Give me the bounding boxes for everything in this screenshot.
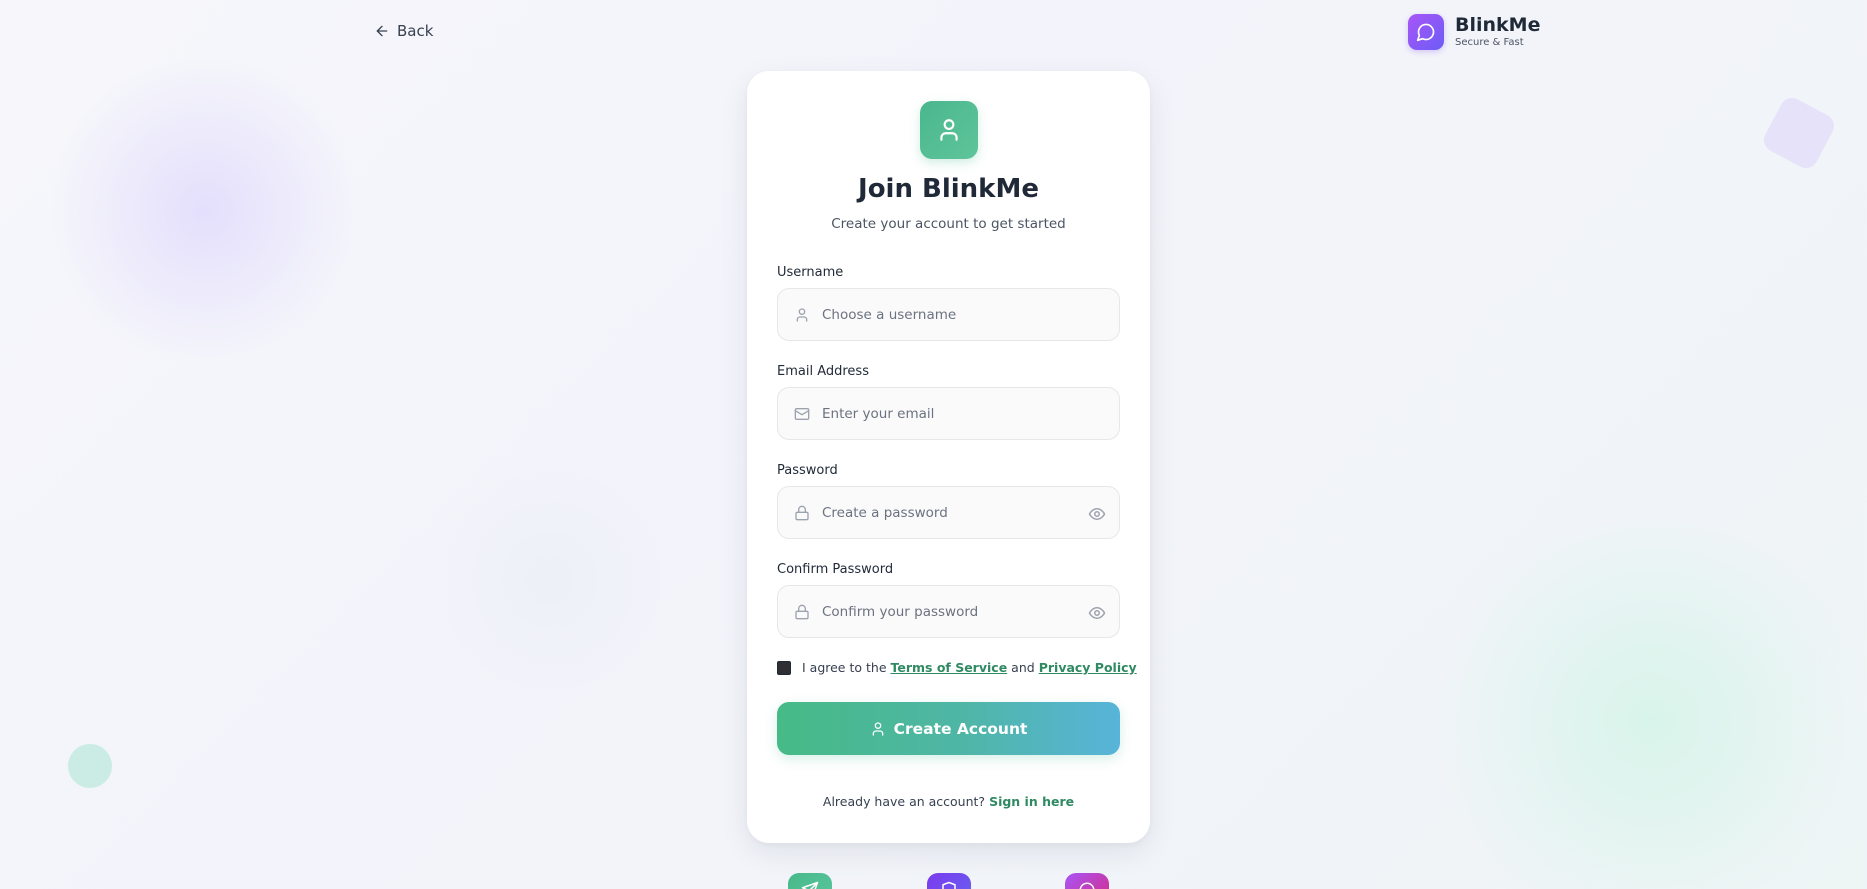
create-account-button[interactable]: Create Account [777, 702, 1120, 755]
email-field[interactable] [777, 387, 1120, 440]
brand-tagline: Secure & Fast [1455, 37, 1524, 48]
signin-prompt-text: Already have an account? [822, 794, 986, 809]
signup-card: Join BlinkMe Create your account to get … [747, 71, 1150, 843]
back-label: Back [397, 22, 434, 40]
user-icon [920, 101, 978, 159]
terms-of-service-link[interactable]: Terms of Service [891, 660, 1008, 675]
email-input[interactable] [822, 405, 1072, 422]
shield-icon [927, 873, 971, 889]
signin-prompt: Already have an account? Sign in here [747, 794, 1150, 809]
background-blob-green [1430, 520, 1867, 889]
privacy-policy-link[interactable]: Privacy Policy [1039, 660, 1137, 675]
email-label: Email Address [777, 364, 869, 379]
confirm-password-label: Confirm Password [777, 562, 894, 577]
lock-icon [794, 505, 810, 521]
decorative-diamond [1759, 93, 1839, 173]
eye-icon[interactable] [1088, 604, 1106, 622]
username-input[interactable] [822, 306, 1072, 323]
send-icon [788, 873, 832, 889]
page-subtitle: Create your account to get started [831, 216, 1066, 232]
user-icon [870, 721, 886, 737]
user-icon [794, 307, 810, 323]
terms-checkbox[interactable] [777, 660, 791, 675]
terms-agreement: I agree to the Terms of Service and Priv… [777, 660, 1137, 675]
background-blob-center [400, 470, 700, 690]
confirm-password-input[interactable] [822, 603, 1072, 620]
sign-in-link[interactable]: Sign in here [989, 794, 1074, 809]
terms-prefix: I agree to the [802, 660, 887, 675]
password-label: Password [777, 463, 838, 478]
create-account-label: Create Account [893, 719, 1028, 738]
back-button[interactable]: Back [374, 22, 433, 40]
page-title: Join BlinkMe [858, 174, 1039, 204]
lock-icon [794, 604, 810, 620]
brand: BlinkMe Secure & Fast [1408, 14, 1540, 50]
background-blob-purple [40, 60, 370, 360]
username-label: Username [777, 265, 844, 280]
brand-name: BlinkMe [1455, 14, 1541, 36]
message-icon [1065, 873, 1109, 889]
confirm-password-field[interactable] [777, 585, 1120, 638]
eye-icon[interactable] [1088, 505, 1106, 523]
password-field[interactable] [777, 486, 1120, 539]
password-input[interactable] [822, 504, 1072, 521]
decorative-circle [68, 744, 112, 788]
mail-icon [794, 406, 810, 422]
terms-and: and [1011, 660, 1035, 675]
message-circle-icon [1408, 14, 1444, 50]
arrow-left-icon [374, 23, 390, 39]
username-field[interactable] [777, 288, 1120, 341]
